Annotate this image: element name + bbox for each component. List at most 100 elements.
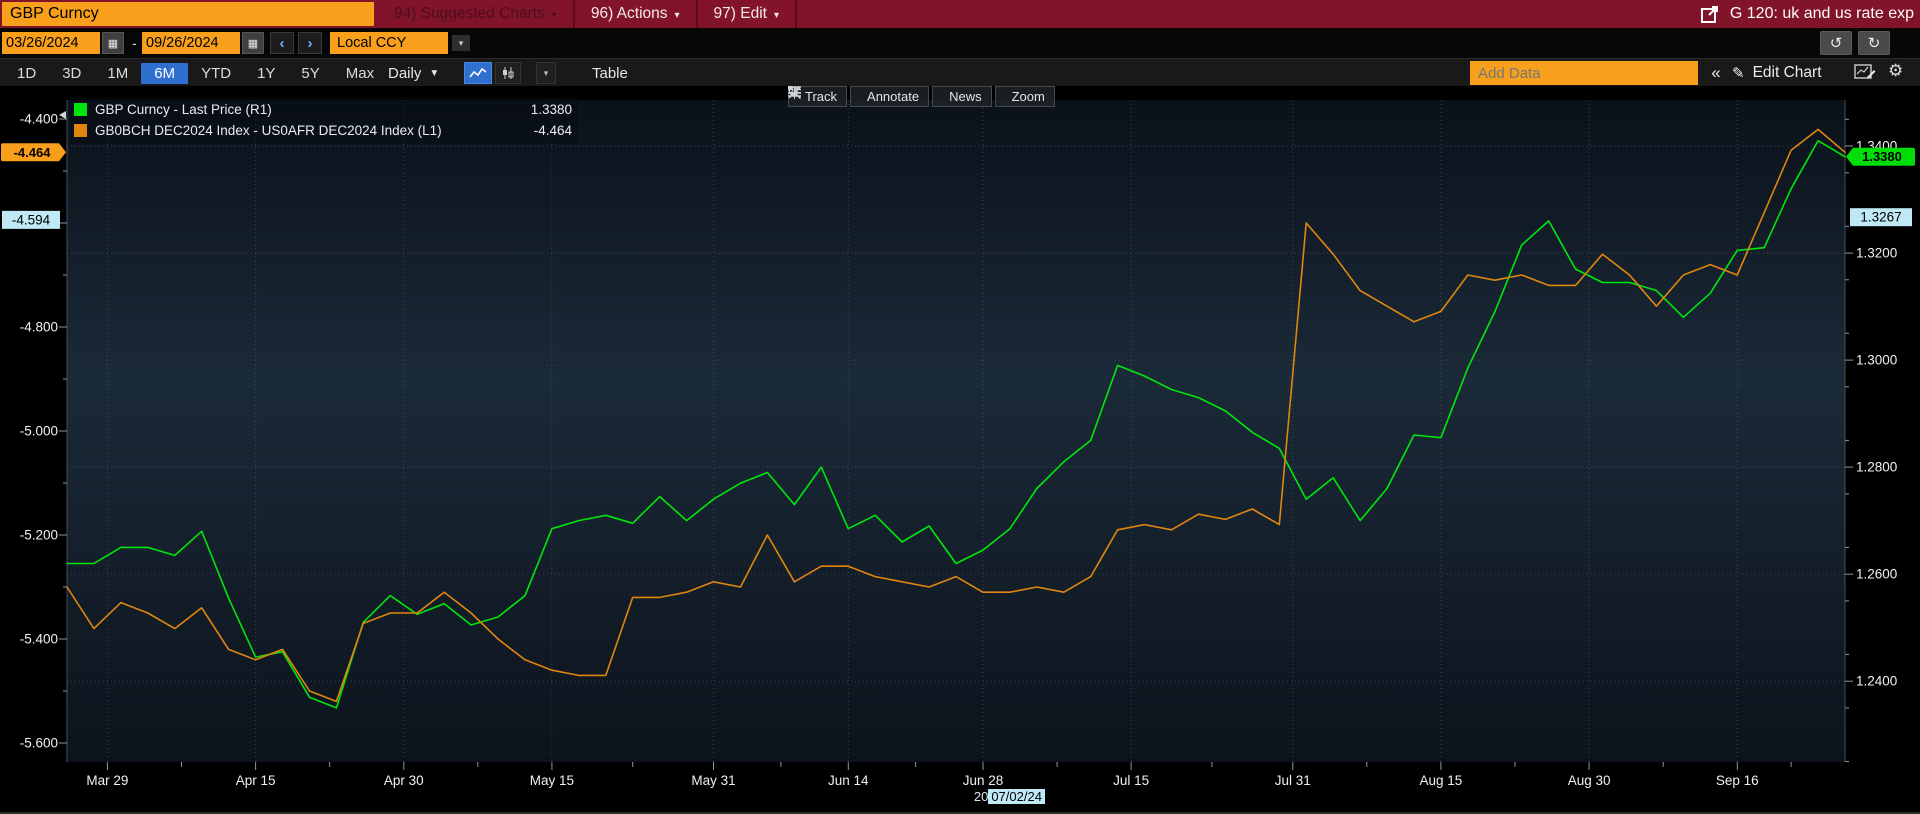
svg-text:Aug 30: Aug 30 — [1568, 773, 1611, 788]
edit-chart-label: Edit Chart — [1752, 64, 1822, 81]
collapse-panel-button[interactable]: « — [1703, 61, 1729, 85]
tracker-date-prefix: 20 — [973, 789, 989, 804]
svg-text:May 31: May 31 — [691, 773, 735, 788]
chart-type-dropdown[interactable]: ▾ — [536, 62, 556, 84]
bloomberg-chart-window: 94) Suggested Charts ▾ 96) Actions ▾ 97)… — [0, 0, 1920, 814]
legend-label: GBP Curncy - Last Price (R1) — [95, 102, 272, 117]
period-button-max[interactable]: Max — [333, 63, 387, 84]
legend-row-0[interactable]: GBP Curncy - Last Price (R1) 1.3380 — [74, 99, 572, 120]
chart-tool-buttons: Track Annotate News Zoom — [788, 86, 1055, 107]
end-date-input[interactable] — [142, 32, 240, 54]
svg-text:Jul 15: Jul 15 — [1113, 773, 1149, 788]
svg-text:Sep 16: Sep 16 — [1716, 773, 1759, 788]
chevron-down-icon: ▼ — [429, 67, 440, 79]
period-button-3d[interactable]: 3D — [49, 63, 94, 84]
svg-text:1.3200: 1.3200 — [1856, 246, 1897, 261]
tool-label: Annotate — [867, 89, 920, 104]
svg-text:1.3000: 1.3000 — [1856, 353, 1897, 368]
period-button-6m[interactable]: 6M — [141, 62, 189, 84]
plot-background — [67, 100, 1845, 762]
chart-toolbar: 1D3D1M6MYTD1Y5YMax Daily ▼ ▾ Table « ✎ E… — [0, 58, 1920, 86]
chart-legend: GBP Curncy - Last Price (R1) 1.3380 GB0BCH… — [70, 97, 578, 144]
period-buttons: 1D 3D 1M 6M YTD 1Y 5Y Max — [4, 59, 387, 87]
next-period-button[interactable]: › — [298, 32, 322, 54]
legend-value: 1.3380 — [530, 102, 572, 117]
svg-text:Jun 14: Jun 14 — [828, 773, 869, 788]
candlestick-icon — [503, 67, 514, 79]
period-button-ytd[interactable]: YTD — [188, 63, 244, 84]
tool-button-news[interactable]: News — [788, 86, 992, 107]
ticker-input[interactable] — [2, 2, 374, 26]
menu-actions[interactable]: 96) Actions ▾ — [572, 0, 696, 28]
frequency-label: Daily — [388, 64, 422, 82]
chart-region: -4.400-4.600-4.800-5.000-5.200-5.400-5.6… — [0, 86, 1920, 814]
left-tracked-value: -4.594 — [2, 210, 60, 229]
tool-button-annotate[interactable]: Annotate — [788, 86, 930, 107]
svg-text:Jul 31: Jul 31 — [1275, 773, 1311, 788]
svg-text:Aug 15: Aug 15 — [1420, 773, 1463, 788]
period-button-1y[interactable]: 1Y — [244, 63, 288, 84]
currency-select[interactable]: Local CCY — [330, 32, 448, 54]
tool-button-zoom[interactable]: Zoom — [788, 86, 1055, 107]
window-title: G 120: uk and us rate exp — [1729, 5, 1914, 22]
right-last-price-badge: 1.3380 — [1846, 147, 1915, 166]
undo-button[interactable]: ↺ — [1820, 31, 1852, 55]
period-button-1m[interactable]: 1M — [94, 63, 141, 84]
left-last-price-badge: -4.464 — [1, 143, 66, 162]
menu-edit[interactable]: 97) Edit ▾ — [695, 0, 795, 28]
svg-text:1.2600: 1.2600 — [1856, 567, 1897, 582]
svg-text:Apr 15: Apr 15 — [236, 773, 276, 788]
svg-text:1.3267: 1.3267 — [1860, 210, 1901, 225]
right-tracked-value: 1.3267 — [1850, 208, 1912, 227]
calendar-icon[interactable]: ▦ — [242, 32, 264, 54]
gear-icon[interactable]: ⚙ — [1888, 61, 1903, 81]
chart-settings-icon[interactable] — [1854, 63, 1876, 86]
tool-label: News — [949, 89, 982, 104]
chevron-down-icon: ▾ — [551, 9, 557, 21]
menu-bar: 94) Suggested Charts ▾ 96) Actions ▾ 97)… — [378, 0, 829, 28]
tool-label: Track — [805, 89, 838, 104]
tracker-date: 20 07/02/24 — [974, 789, 1045, 804]
export-icon[interactable] — [1700, 5, 1720, 23]
axis-pan-arrow[interactable] — [59, 111, 66, 119]
prev-period-button[interactable]: ‹ — [270, 32, 294, 54]
line-chart-icon — [469, 67, 487, 78]
legend-value: -4.464 — [533, 123, 572, 138]
calendar-icon[interactable]: ▦ — [102, 32, 124, 54]
chevron-down-icon: ▾ — [674, 9, 680, 21]
svg-text:-4.800: -4.800 — [20, 320, 58, 335]
table-button[interactable]: Table — [582, 59, 638, 87]
svg-text:-4.400: -4.400 — [20, 112, 58, 127]
svg-text:-5.600: -5.600 — [20, 736, 58, 751]
legend-swatch — [74, 103, 87, 116]
edit-chart-button[interactable]: ✎ Edit Chart — [1732, 61, 1822, 85]
svg-text:Jun 28: Jun 28 — [963, 773, 1004, 788]
menu-actions-label: 96) Actions — [590, 5, 668, 22]
period-button-1d[interactable]: 1D — [4, 63, 49, 84]
frequency-select[interactable]: Daily ▼ — [388, 59, 439, 87]
legend-label: GB0BCH DEC2024 Index - US0AFR DEC2024 In… — [95, 123, 442, 138]
chevron-down-icon: ▾ — [773, 9, 779, 21]
tool-label: Zoom — [1011, 89, 1045, 104]
menu-suggested-charts[interactable]: 94) Suggested Charts ▾ — [378, 0, 573, 28]
left-axis-labels: -4.400-4.600-4.800-5.000-5.200-5.400-5.6… — [20, 112, 58, 751]
menu-suggested-charts-label: 94) Suggested Charts — [394, 5, 545, 22]
pencil-icon: ✎ — [1732, 65, 1745, 82]
chart-canvas[interactable]: -4.400-4.600-4.800-5.000-5.200-5.400-5.6… — [0, 86, 1920, 814]
svg-text:1.2800: 1.2800 — [1856, 460, 1897, 475]
svg-text:-5.400: -5.400 — [20, 632, 58, 647]
svg-text:-4.464: -4.464 — [14, 145, 52, 160]
svg-text:1.3380: 1.3380 — [1862, 149, 1902, 164]
candlestick-type-button[interactable] — [495, 62, 521, 84]
x-axis-labels: Mar 29 Apr 15 Apr 30 May 15 May 31 Jun 14 Jun … — [86, 773, 1758, 788]
command-bar: 94) Suggested Charts ▾ 96) Actions ▾ 97)… — [0, 0, 1920, 28]
legend-row-1[interactable]: GB0BCH DEC2024 Index - US0AFR DEC2024 In… — [74, 120, 572, 141]
line-chart-type-button[interactable] — [464, 62, 492, 84]
period-button-5y[interactable]: 5Y — [288, 63, 332, 84]
svg-text:May 15: May 15 — [530, 773, 574, 788]
redo-button[interactable]: ↻ — [1858, 31, 1890, 55]
chevron-down-icon[interactable]: ▾ — [452, 35, 470, 51]
svg-text:1.2400: 1.2400 — [1856, 674, 1897, 689]
add-data-input[interactable] — [1470, 61, 1698, 85]
start-date-input[interactable] — [2, 32, 100, 54]
